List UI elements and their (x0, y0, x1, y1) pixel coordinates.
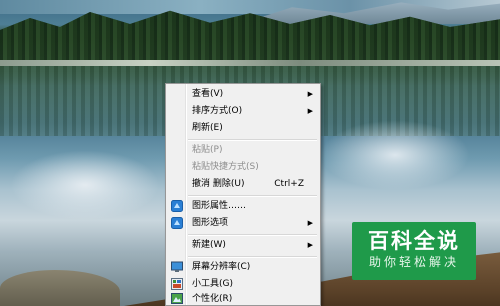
menu-item-shortcut: Ctrl+Z (274, 179, 304, 189)
menu-item-label: 粘贴(P) (192, 145, 223, 155)
menu-separator (188, 234, 317, 236)
menu-item-label: 图形选项 (192, 218, 229, 228)
submenu-arrow-icon: ▶ (307, 241, 313, 249)
menu-item-personalize[interactable]: 个性化(R) (168, 293, 318, 305)
menu-separator (188, 256, 317, 258)
menu-item-label: 个性化(R) (192, 294, 233, 304)
personalize-icon (171, 293, 183, 304)
menu-item-label: 排序方式(O) (192, 106, 243, 116)
monitor-icon (171, 261, 183, 272)
gadgets-icon (171, 278, 183, 290)
wallpaper-cloud-reflection (10, 150, 160, 220)
menu-item-sort-by[interactable]: 排序方式(O) ▶ (168, 103, 318, 120)
menu-item-paste[interactable]: 粘贴(P) (168, 142, 318, 159)
menu-separator (188, 139, 317, 141)
watermark-title: 百科全说 (368, 229, 460, 253)
wallpaper-cloud-reflection (320, 120, 470, 190)
watermark-subtitle: 助你轻松解决 (368, 255, 459, 269)
menu-item-undo-delete[interactable]: 撤消 删除(U) Ctrl+Z (168, 176, 318, 193)
menu-item-label: 刷新(E) (192, 123, 223, 133)
wallpaper-rock (0, 270, 120, 306)
menu-item-paste-shortcut[interactable]: 粘贴快捷方式(S) (168, 159, 318, 176)
menu-item-label: 小工具(G) (192, 279, 233, 289)
submenu-arrow-icon: ▶ (307, 107, 313, 115)
menu-item-label: 查看(V) (192, 89, 224, 99)
menu-item-graphics-options[interactable]: 图形选项 ▶ (168, 215, 318, 232)
menu-item-label: 屏幕分辨率(C) (192, 262, 251, 272)
menu-item-gadgets[interactable]: 小工具(G) (168, 276, 318, 293)
intel-graphics-icon (171, 200, 183, 212)
menu-item-label: 粘贴快捷方式(S) (192, 162, 259, 172)
submenu-arrow-icon: ▶ (307, 219, 313, 227)
menu-item-label: 图形属性…… (192, 201, 247, 211)
watermark-logo: 百科全说 助你轻松解决 (352, 222, 476, 280)
menu-item-graphics-properties[interactable]: 图形属性…… (168, 198, 318, 215)
menu-item-screen-resolution[interactable]: 屏幕分辨率(C) (168, 259, 318, 276)
menu-item-view[interactable]: 查看(V) ▶ (168, 86, 318, 103)
menu-item-new[interactable]: 新建(W) ▶ (168, 237, 318, 254)
submenu-arrow-icon: ▶ (307, 90, 313, 98)
menu-item-label: 新建(W) (192, 240, 226, 250)
menu-item-label: 撤消 删除(U) (192, 179, 245, 189)
desktop-context-menu: 查看(V) ▶ 排序方式(O) ▶ 刷新(E) 粘贴(P) 粘贴快捷方式(S) … (165, 83, 321, 306)
intel-graphics-icon (171, 217, 183, 229)
menu-separator (188, 195, 317, 197)
menu-item-refresh[interactable]: 刷新(E) (168, 120, 318, 137)
